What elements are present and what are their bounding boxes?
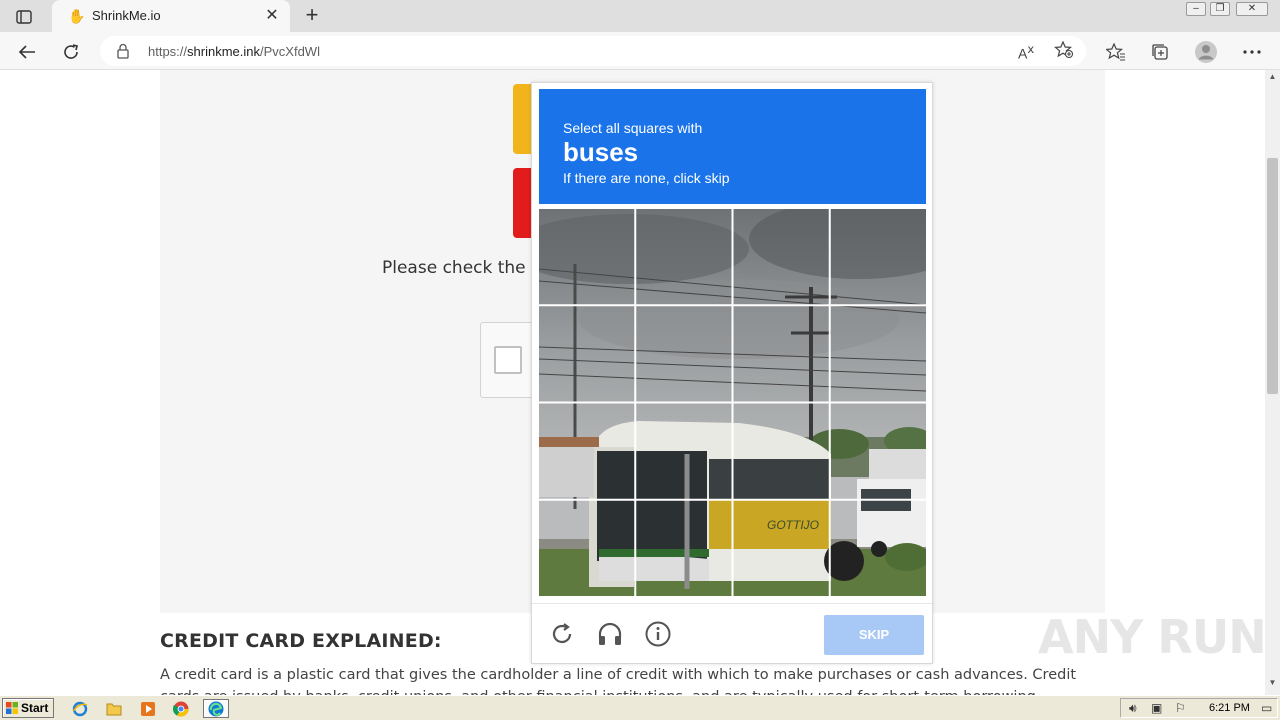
grid-tile[interactable]: [636, 209, 731, 304]
challenge-footer: SKIP: [532, 603, 932, 663]
prompt-hint: If there are none, click skip: [563, 170, 730, 186]
windows-logo-icon: [6, 702, 18, 714]
grid-tile[interactable]: [539, 209, 634, 304]
red-button[interactable]: [513, 168, 533, 238]
prompt-instruction: Select all squares with: [563, 120, 703, 136]
chrome-icon[interactable]: [171, 699, 191, 718]
challenge-prompt: Select all squares with buses If there a…: [539, 89, 926, 204]
challenge-image-grid: GOTTIJO: [539, 209, 926, 596]
address-bar[interactable]: https://shrinkme.ink/PvcXfdWl Aⅹ: [100, 36, 1086, 66]
network-icon[interactable]: ▣: [1151, 701, 1162, 715]
grid-tile[interactable]: [831, 209, 926, 304]
grid-tile[interactable]: [831, 306, 926, 401]
yellow-button[interactable]: [513, 84, 533, 154]
browser-tab[interactable]: ✋ ShrinkMe.io ✕: [52, 0, 290, 32]
grid-tile[interactable]: [636, 404, 731, 499]
anyrun-watermark: ANY RUN: [1038, 610, 1267, 664]
grid-tile[interactable]: [831, 501, 926, 596]
media-player-icon[interactable]: [138, 699, 158, 718]
flag-icon[interactable]: ⚐: [1175, 701, 1186, 715]
reload-icon[interactable]: [58, 39, 84, 65]
folder-icon[interactable]: [104, 699, 124, 718]
window-close-button[interactable]: ✕: [1236, 2, 1268, 16]
collections-icon[interactable]: [1147, 39, 1173, 65]
taskbar: Start 🔊︎ ▣ ⚐ 6:21 PM ▭: [0, 695, 1280, 720]
skip-button[interactable]: SKIP: [824, 615, 924, 655]
url-text[interactable]: https://shrinkme.ink/PvcXfdWl: [148, 44, 320, 59]
tab-strip: ✋ ShrinkMe.io ✕ + – ❐ ✕: [0, 0, 1280, 32]
lock-icon[interactable]: [116, 43, 130, 64]
grid-tile[interactable]: [636, 501, 731, 596]
tab-title: ShrinkMe.io: [92, 8, 161, 23]
headphones-icon[interactable]: [596, 620, 624, 648]
read-aloud-icon[interactable]: Aⅹ: [1018, 42, 1034, 62]
edge-icon[interactable]: [203, 699, 229, 718]
grid-tile[interactable]: [539, 404, 634, 499]
grid-tile[interactable]: [831, 404, 926, 499]
prompt-keyword: buses: [563, 137, 639, 167]
tab-close-icon[interactable]: ✕: [262, 6, 282, 26]
grid-tile[interactable]: [734, 501, 829, 596]
add-favorite-icon[interactable]: [1053, 40, 1074, 64]
start-button[interactable]: Start: [2, 698, 54, 718]
ie-icon[interactable]: [70, 699, 90, 718]
vertical-scrollbar[interactable]: ▲ ▼: [1265, 70, 1280, 695]
back-icon[interactable]: [14, 39, 40, 65]
tab-actions-icon[interactable]: [8, 6, 40, 28]
captcha-checkbox[interactable]: [494, 346, 522, 374]
profile-icon[interactable]: [1193, 39, 1219, 65]
window-minimize-button[interactable]: –: [1186, 2, 1206, 16]
grid-tile[interactable]: [734, 209, 829, 304]
system-tray: 🔊︎ ▣ ⚐ 6:21 PM ▭: [1120, 698, 1278, 718]
scroll-thumb[interactable]: [1267, 158, 1278, 394]
grid-tile[interactable]: [539, 501, 634, 596]
article-paragraph: A credit card is a plastic card that giv…: [160, 667, 1077, 695]
refresh-icon[interactable]: [548, 620, 576, 648]
new-tab-button[interactable]: +: [300, 4, 324, 28]
info-icon[interactable]: [644, 620, 672, 648]
hand-icon: ✋: [68, 8, 86, 24]
start-label: Start: [21, 701, 49, 715]
scroll-up-arrow-icon[interactable]: ▲: [1265, 72, 1280, 84]
grid-tile[interactable]: [636, 306, 731, 401]
show-desktop-icon[interactable]: ▭: [1261, 701, 1272, 715]
navigation-bar: https://shrinkme.ink/PvcXfdWl Aⅹ: [0, 32, 1280, 70]
more-icon[interactable]: [1239, 39, 1265, 65]
grid-tile[interactable]: [734, 306, 829, 401]
section-heading: CREDIT CARD EXPLAINED:: [160, 630, 442, 652]
captcha-challenge-dialog: Select all squares with buses If there a…: [531, 82, 933, 664]
grid-tile[interactable]: [734, 404, 829, 499]
clock: 6:21 PM: [1209, 702, 1250, 714]
favorites-icon[interactable]: [1103, 39, 1129, 65]
scroll-down-arrow-icon[interactable]: ▼: [1265, 678, 1280, 690]
window-restore-button[interactable]: ❐: [1210, 2, 1230, 16]
captcha-instruction: Please check the ca: [382, 258, 551, 278]
volume-icon[interactable]: 🔊︎: [1129, 701, 1137, 716]
grid-tile[interactable]: [539, 306, 634, 401]
